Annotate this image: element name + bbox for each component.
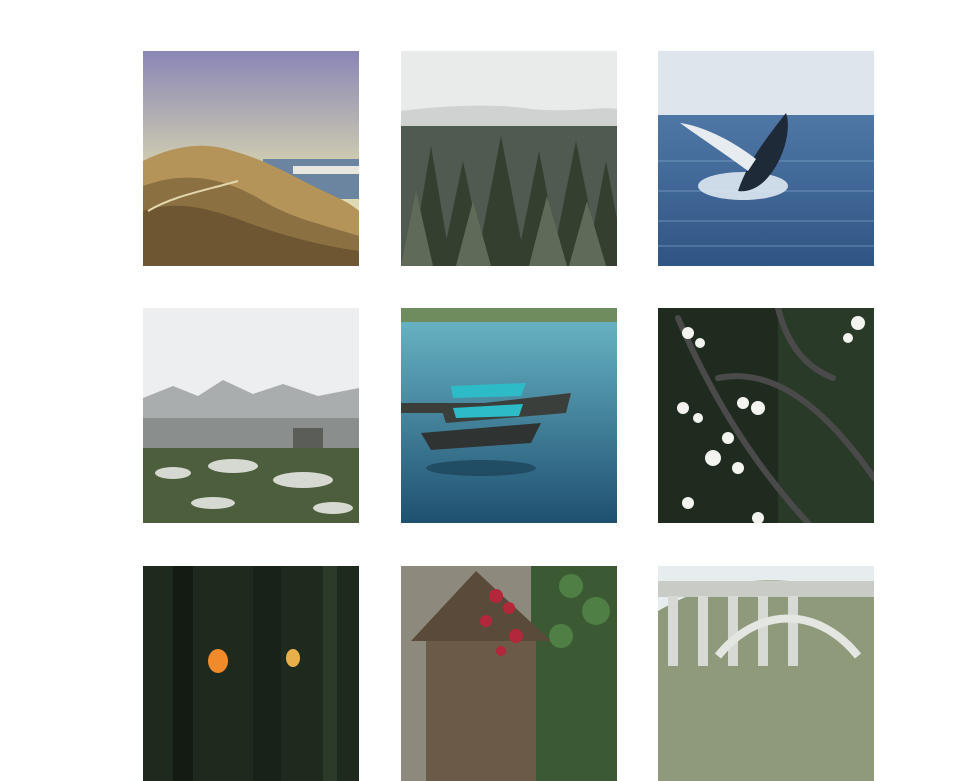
photo-boats-on-lake[interactable]	[401, 308, 617, 523]
photo-grid	[0, 0, 980, 781]
photo-humpback-whale[interactable]	[658, 51, 874, 266]
ivy-cabin-image	[401, 566, 617, 781]
boats-on-lake-image	[401, 308, 617, 523]
photo-white-blossoms[interactable]	[658, 308, 874, 523]
photo-arch-bridge[interactable]	[658, 566, 874, 781]
pine-forest-image	[401, 51, 617, 266]
photo-pine-forest[interactable]	[401, 51, 617, 266]
campfire-forest-image	[143, 566, 359, 781]
dunes-coast-image	[143, 51, 359, 266]
humpback-whale-image	[658, 51, 874, 266]
photo-dunes-coast[interactable]	[143, 51, 359, 266]
photo-rocky-mountains[interactable]	[143, 308, 359, 523]
photo-campfire-forest[interactable]	[143, 566, 359, 781]
white-blossoms-image	[658, 308, 874, 523]
rocky-mountains-image	[143, 308, 359, 523]
photo-ivy-cabin[interactable]	[401, 566, 617, 781]
arch-bridge-image	[658, 566, 874, 781]
